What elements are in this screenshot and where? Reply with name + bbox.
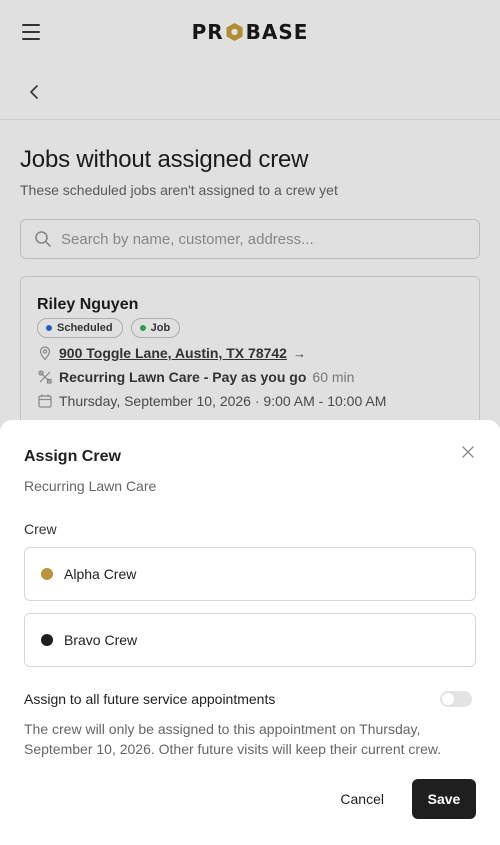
cancel-button[interactable]: Cancel <box>326 781 398 817</box>
toggle-knob <box>442 693 454 705</box>
future-appointments-row: Assign to all future service appointment… <box>24 691 476 707</box>
assign-crew-sheet: Assign Crew Recurring Lawn Care Crew Alp… <box>0 420 500 845</box>
sheet-subtitle: Recurring Lawn Care <box>24 478 157 494</box>
crew-field-label: Crew <box>24 521 57 537</box>
future-appointments-toggle[interactable] <box>440 691 472 707</box>
save-button[interactable]: Save <box>412 779 476 819</box>
sheet-actions: Cancel Save <box>326 779 476 819</box>
crew-name: Bravo Crew <box>64 632 138 648</box>
close-icon[interactable] <box>460 444 476 460</box>
crew-color-dot <box>41 568 53 580</box>
future-appointments-label: Assign to all future service appointment… <box>24 691 276 707</box>
crew-option-alpha[interactable]: Alpha Crew <box>24 547 476 601</box>
crew-name: Alpha Crew <box>64 566 137 582</box>
sheet-title: Assign Crew <box>24 448 121 465</box>
crew-color-dot <box>41 634 53 646</box>
crew-option-bravo[interactable]: Bravo Crew <box>24 613 476 667</box>
assignment-note: The crew will only be assigned to this a… <box>24 721 442 757</box>
